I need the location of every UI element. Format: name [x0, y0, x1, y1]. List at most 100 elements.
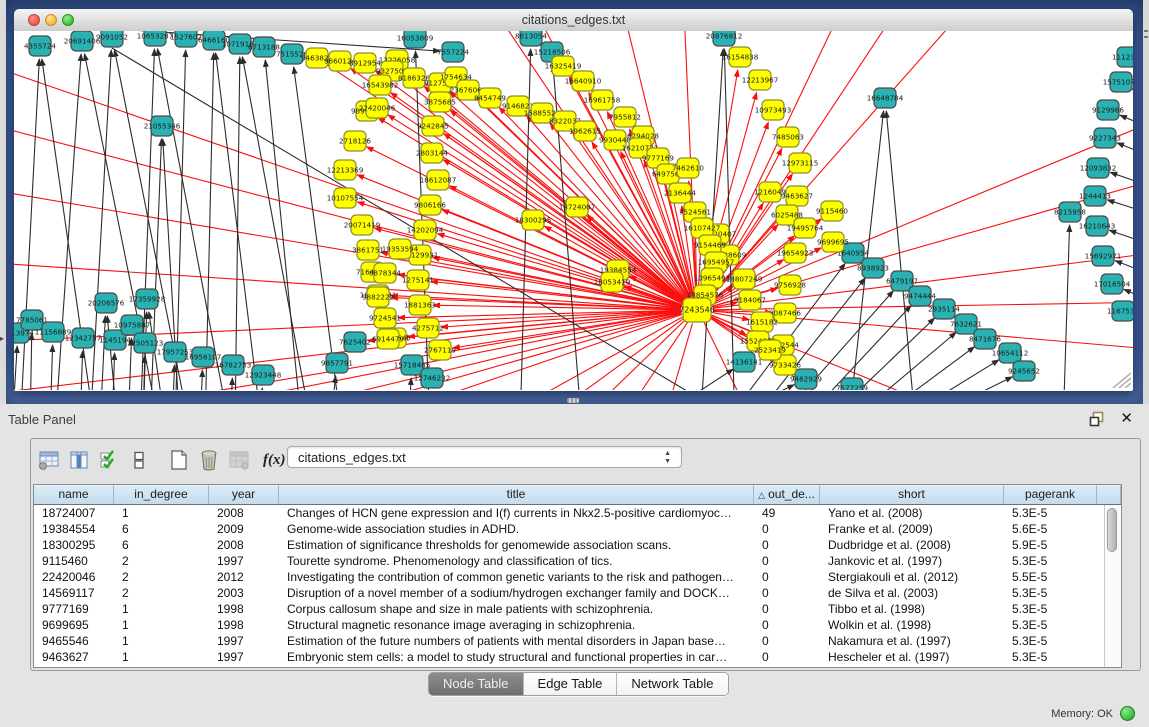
table-cell: 49: [754, 505, 820, 521]
graph-node-label: 17359928: [129, 295, 166, 304]
graph-node-label: 9115460: [816, 207, 848, 216]
table-cell: Estimation of significance thresholds fo…: [279, 537, 754, 553]
close-panel-icon[interactable]: ✕: [1120, 409, 1133, 427]
graph-node-label: 7955812: [609, 113, 641, 122]
table-cell: 1998: [209, 617, 279, 633]
graph-node-label: 20071419: [344, 221, 381, 230]
graph-node-label: 1962615: [569, 127, 601, 136]
table-row[interactable]: 2242004622012Investigating the contribut…: [34, 569, 1121, 585]
graph-node-label: 9882222: [362, 293, 394, 302]
network-canvas[interactable]: 4355724206914069091052106532871527602646…: [14, 31, 1133, 390]
tab-node-table[interactable]: Node Table: [429, 673, 524, 695]
table-settings-icon[interactable]: [37, 448, 61, 472]
column-header-in_degree[interactable]: in_degree: [114, 485, 209, 504]
graph-node-label: 6914479: [372, 335, 404, 344]
graph-node-label: 16782753: [215, 361, 252, 370]
table-cell: 5.3E-5: [1004, 649, 1097, 665]
new-table-icon[interactable]: [167, 448, 191, 472]
table-row[interactable]: 1938455462009Genome-wide association stu…: [34, 521, 1121, 537]
table-row[interactable]: 1830029562008Estimation of significance …: [34, 537, 1121, 553]
table-cell: 18724007: [34, 505, 114, 521]
table-row[interactable]: 1456911722003Disruption of a novel membe…: [34, 585, 1121, 601]
table-cell: Disruption of a novel member of a sodium…: [279, 585, 754, 601]
graph-node-label: 8938923: [857, 264, 889, 273]
tab-network-table[interactable]: Network Table: [617, 673, 727, 695]
table-row[interactable]: 977716911998Corpus callosum shape and si…: [34, 601, 1121, 617]
column-header-out_de...[interactable]: △out_de...: [754, 485, 820, 504]
table-cell: 1997: [209, 649, 279, 665]
select-columns-icon[interactable]: [97, 448, 121, 472]
resize-grip[interactable]: [1105, 366, 1131, 388]
table-row[interactable]: 946362711997Embryonic stem cells: a mode…: [34, 649, 1121, 665]
float-window-icon[interactable]: [1089, 411, 1105, 427]
table-cell: Corpus callosum shape and size in male p…: [279, 601, 754, 617]
table-cell: 2008: [209, 537, 279, 553]
table-row[interactable]: 911546021997Tourette syndrome. Phenomeno…: [34, 553, 1121, 569]
graph-node-label: 9462929: [790, 375, 822, 384]
column-header-short[interactable]: short: [820, 485, 1004, 504]
delete-table-icon[interactable]: [197, 448, 221, 472]
table-panel-body: f(x) citations_edges.txt ▲▼ namein_degre…: [30, 438, 1141, 671]
graph-node-label: 7557224: [437, 48, 469, 57]
graph-node-label: 12342757: [65, 334, 102, 343]
vertical-scrollbar[interactable]: [1104, 505, 1120, 667]
graph-node-label: 7632621: [950, 320, 982, 329]
table-cell: 5.3E-5: [1004, 601, 1097, 617]
graph-node-label: 18807249: [726, 275, 763, 284]
table-cell: 2003: [209, 585, 279, 601]
table-cell: 1998: [209, 601, 279, 617]
show-columns-icon[interactable]: [67, 448, 91, 472]
sort-ascending-icon: △: [758, 490, 765, 500]
graph-node-label: 9474444: [904, 292, 936, 301]
panel-splitter-handle[interactable]: [567, 398, 579, 403]
rows-icon[interactable]: [127, 448, 151, 472]
column-header-name[interactable]: name: [34, 485, 114, 504]
column-header-filler: [1097, 485, 1121, 504]
graph-node-label: 18612087: [420, 176, 457, 185]
graph-node-label: 10653287: [137, 32, 174, 41]
function-builder-icon[interactable]: f(x): [263, 452, 286, 469]
table-cell: 5.3E-5: [1004, 617, 1097, 633]
graph-node-label: 8878344: [369, 269, 401, 278]
window-titlebar[interactable]: citations_edges.txt: [14, 9, 1133, 32]
table-cell: 22420046: [34, 569, 114, 585]
graph-node-label: 3875685: [424, 98, 456, 107]
table-cell: 6: [114, 521, 209, 537]
graph-edge: [885, 360, 999, 390]
graph-node-label: 21055346: [144, 122, 181, 131]
table-cell: 0: [754, 617, 820, 633]
graph-node-label: 9184067: [734, 296, 766, 305]
table-selector-dropdown[interactable]: citations_edges.txt ▲▼: [287, 446, 682, 468]
citation-network-graph[interactable]: 4355724206914069091052106532871527602646…: [14, 31, 1133, 390]
graph-edge: [711, 316, 746, 335]
table-cell: 5.3E-5: [1004, 553, 1097, 569]
graph-node-label: 1615182: [746, 318, 778, 327]
column-header-year[interactable]: year: [209, 485, 279, 504]
collapse-arrow-icon[interactable]: ▸: [0, 334, 4, 343]
table-cell: 2: [114, 585, 209, 601]
graph-node-label: 19495764: [787, 224, 824, 233]
graph-node-label: 12923448: [245, 371, 282, 380]
table-row[interactable]: 946554611997Estimation of the future num…: [34, 633, 1121, 649]
table-cell: 2: [114, 569, 209, 585]
graph-edge: [1063, 225, 1070, 390]
table-cell: 0: [754, 633, 820, 649]
column-header-pagerank[interactable]: pagerank: [1004, 485, 1097, 504]
table-row[interactable]: 1872400712008Changes of HCN gene express…: [34, 505, 1121, 521]
table-row[interactable]: 969969511998Structural magnetic resonanc…: [34, 617, 1121, 633]
graph-node-label: 12505123: [127, 339, 164, 348]
scrollbar-thumb[interactable]: [1107, 508, 1117, 552]
graph-node-label: 14202094: [407, 226, 444, 235]
tab-edge-table[interactable]: Edge Table: [524, 673, 618, 695]
graph-node-label: 16107427: [684, 224, 721, 233]
graph-node-label: 16961758: [584, 96, 621, 105]
graph-node-label: 4275712: [412, 324, 444, 333]
graph-edge: [294, 67, 342, 390]
graph-edge: [172, 365, 175, 390]
column-header-title[interactable]: title: [279, 485, 754, 504]
graph-edge: [175, 50, 186, 390]
table-cell: 9699695: [34, 617, 114, 633]
graph-edge: [260, 388, 262, 390]
table-cell: Tourette syndrome. Phenomenology and cla…: [279, 553, 754, 569]
graph-node-label: 1167534: [1107, 307, 1133, 316]
